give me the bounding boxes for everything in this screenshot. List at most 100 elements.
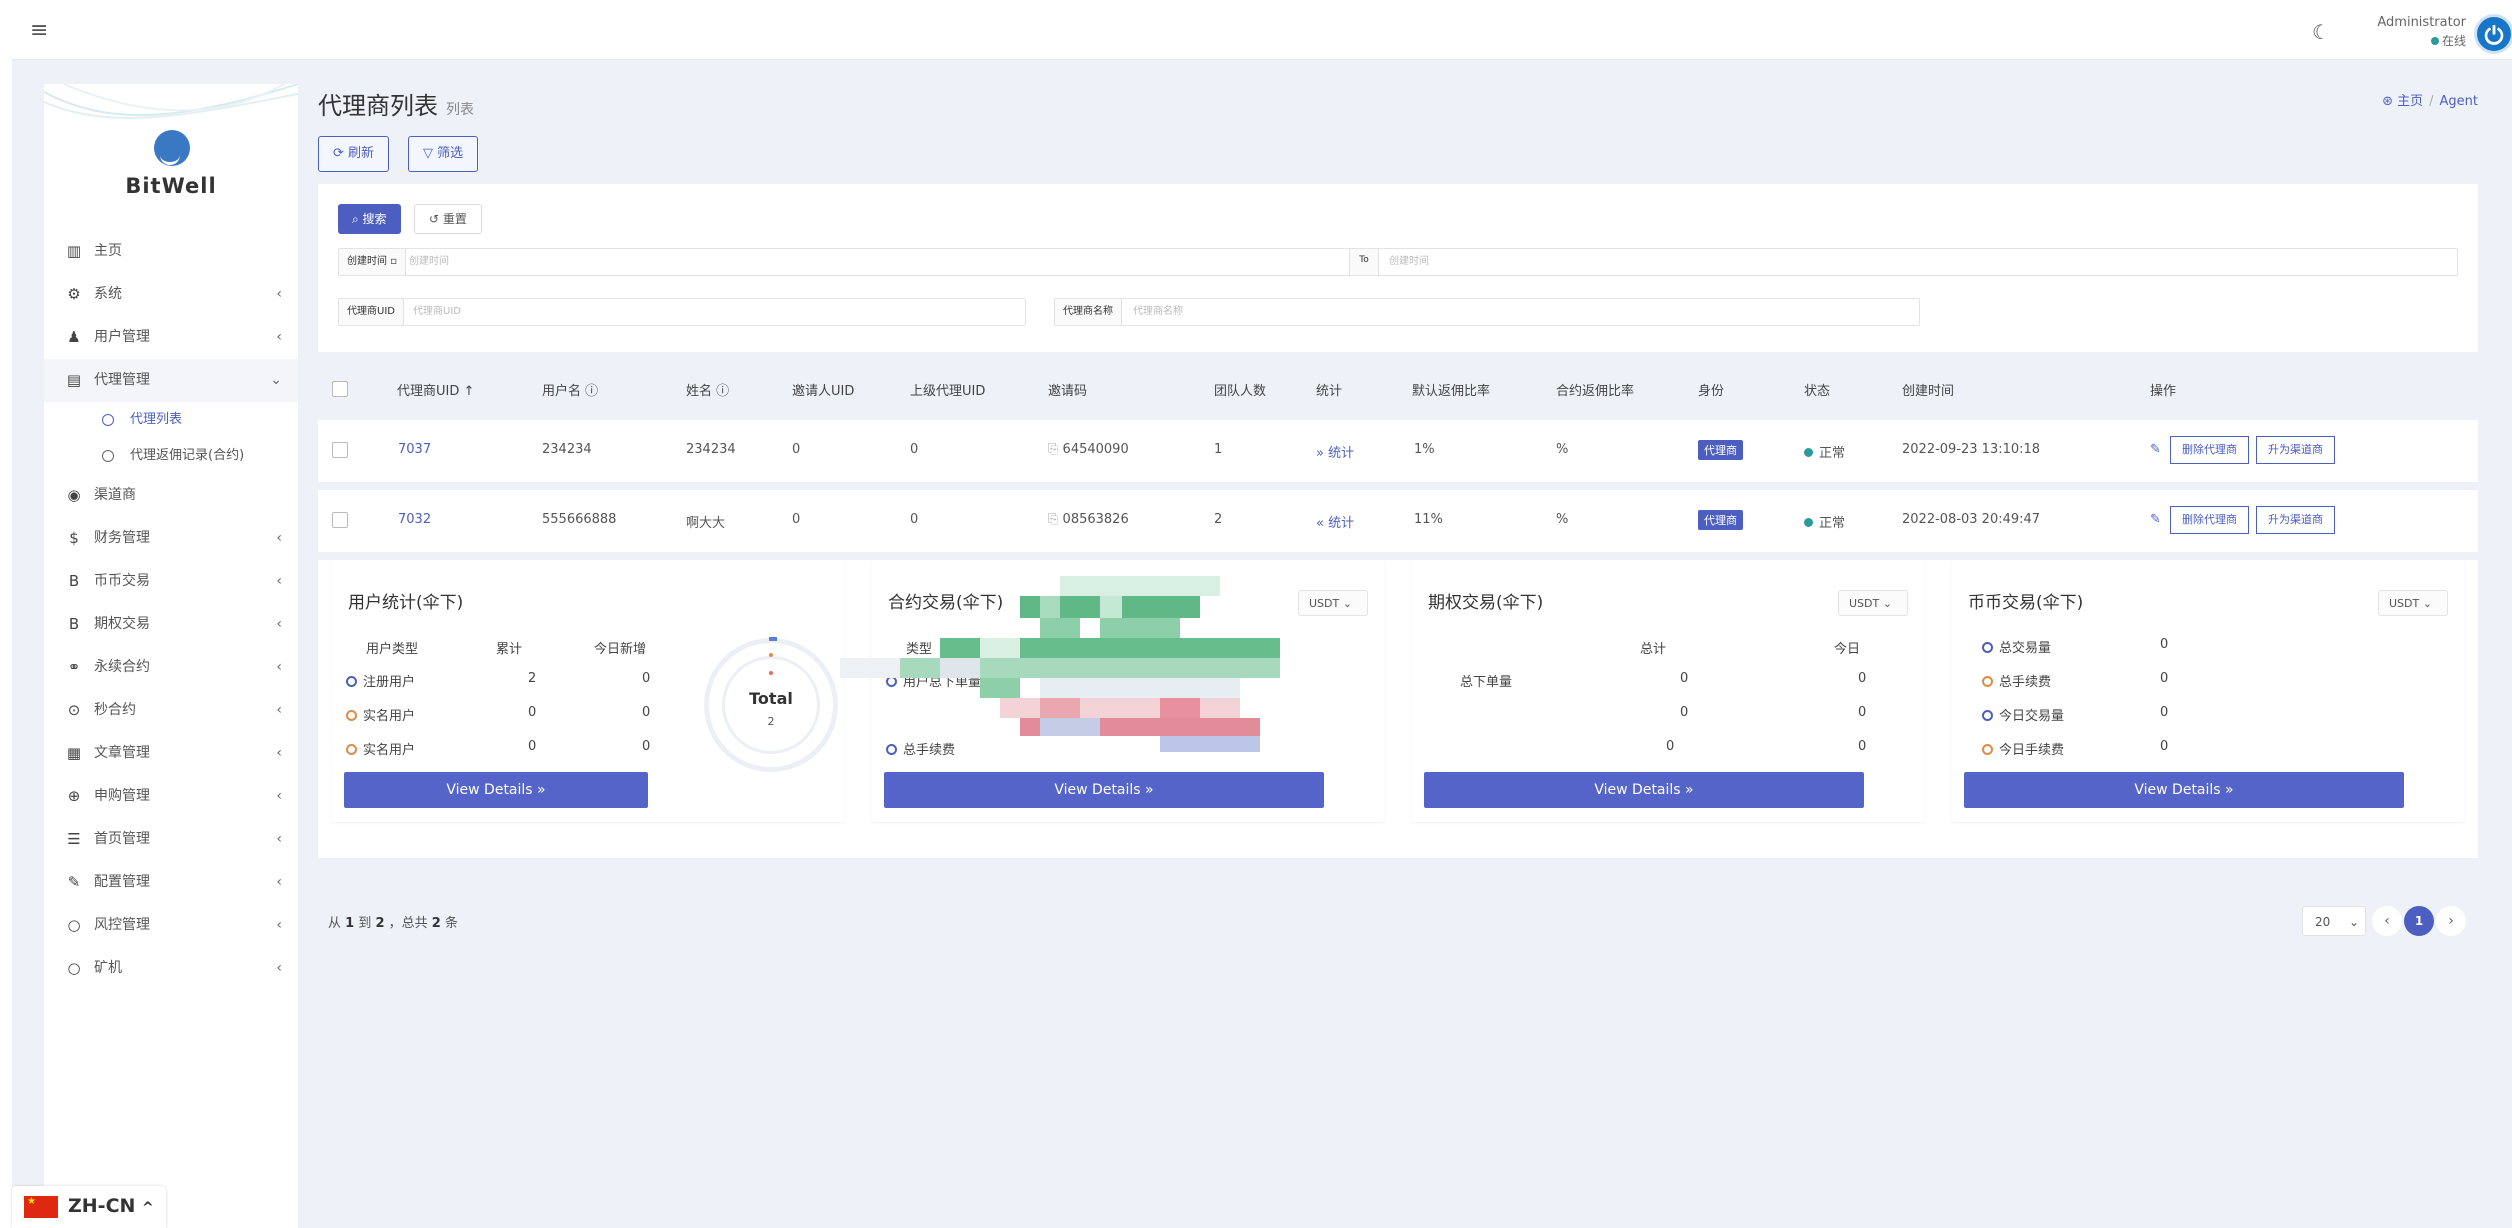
circle-icon <box>346 710 357 721</box>
username: 555666888 <box>542 512 617 527</box>
sidebar-item-agent-rebate[interactable]: 代理返佣记录(合约) <box>44 438 298 474</box>
stat-today: 0 <box>1858 705 1867 720</box>
currency-select[interactable]: USDT ⌄ <box>1838 590 1908 616</box>
dark-mode-icon[interactable]: ☾ <box>2312 20 2330 44</box>
copy-icon[interactable]: ⎘ <box>1048 512 1063 527</box>
filter-button[interactable]: ▽ 筛选 <box>408 136 479 172</box>
user-info[interactable]: Administrator 在线 <box>2362 14 2466 50</box>
page-title: 代理商列表 列表 <box>318 92 474 120</box>
default-rate: 11% <box>1414 512 1443 527</box>
page-number-button[interactable]: 1 <box>2404 906 2434 936</box>
sidebar-item-users[interactable]: ♟ 用户管理 ‹ <box>44 316 298 359</box>
col-status: 状态 <box>1804 384 1831 399</box>
col-team-size: 团队人数 <box>1214 384 1267 399</box>
view-details-button[interactable]: View Details » <box>344 772 648 808</box>
role-badge: 代理商 <box>1698 440 1743 460</box>
col-total: 总计 <box>1640 642 1667 657</box>
sidebar-item-home[interactable]: ▥ 主页 <box>44 230 298 273</box>
col-stats: 统计 <box>1316 384 1343 399</box>
stat-label: 总交易量 <box>1982 637 2051 656</box>
language-selector[interactable]: ZH-CN ^ <box>12 1186 166 1228</box>
chevron-left-icon: ‹ <box>276 530 282 546</box>
table-row: 7032 555666888 啊大大 0 0 ⎘ 08563826 2 « 统计… <box>318 490 2478 552</box>
chevron-left-icon: ‹ <box>276 702 282 718</box>
edit-icon[interactable]: ✎ <box>2150 442 2161 457</box>
currency-select[interactable]: USDT ⌄ <box>2378 590 2448 616</box>
agent-uid[interactable]: 7032 <box>398 512 431 527</box>
chevron-left-icon: ‹ <box>276 831 282 847</box>
stat-label: 注册用户 <box>346 671 415 690</box>
power-icon[interactable]: ⏻ <box>2474 14 2512 54</box>
chevron-up-icon: ^ <box>142 1200 154 1216</box>
agent-uid[interactable]: 7037 <box>398 442 431 457</box>
stat-total: 0 <box>1680 671 1689 686</box>
row-checkbox[interactable] <box>332 442 348 458</box>
delete-agent-button[interactable]: 删除代理商 <box>2170 436 2249 464</box>
sidebar-item-channel[interactable]: ◉ 渠道商 <box>44 474 298 517</box>
page-size-select[interactable]: 20 ⌄ <box>2302 906 2366 936</box>
agent-name-input[interactable]: 代理商名称 <box>1133 299 1913 325</box>
delete-agent-button[interactable]: 删除代理商 <box>2170 506 2249 534</box>
breadcrumb-home[interactable]: 主页 <box>2397 94 2423 109</box>
sidebar-item-finance[interactable]: $ 财务管理 ‹ <box>44 517 298 560</box>
stat-today: 0 <box>642 671 651 686</box>
sidebar-item-subscription[interactable]: ⊕ 申购管理 ‹ <box>44 775 298 818</box>
select-all-checkbox[interactable] <box>332 381 348 397</box>
chevron-left-icon: ‹ <box>276 573 282 589</box>
chevron-left-icon: ‹ <box>276 917 282 933</box>
sidebar-item-articles[interactable]: ▦ 文章管理 ‹ <box>44 732 298 775</box>
sidebar-item-options[interactable]: B 期权交易 ‹ <box>44 603 298 646</box>
filter-panel: ⌕ 搜索 ↺ 重置 创建时间 ▫ 创建时间 To 创建时间 代理商UID 代理商… <box>318 184 2478 352</box>
circle-icon <box>346 744 357 755</box>
stats-link[interactable]: « 统计 <box>1316 512 1354 531</box>
sidebar-item-agent-list[interactable]: 代理列表 <box>44 402 298 438</box>
life-ring-icon: ⊕ <box>67 787 81 805</box>
prev-page-button[interactable]: ‹ <box>2372 906 2402 936</box>
dot-circle-icon: ⊙ <box>67 701 81 719</box>
copy-icon[interactable]: ⎘ <box>1048 442 1063 457</box>
created-from-input[interactable]: 创建时间 <box>409 249 1349 275</box>
row-checkbox[interactable] <box>332 512 348 528</box>
sidebar-item-risk[interactable]: ○ 风控管理 ‹ <box>44 904 298 947</box>
agent-uid-label: 代理商UID <box>339 299 404 325</box>
search-icon: ⌕ <box>352 212 363 226</box>
sidebar-item-homepage[interactable]: ☰ 首页管理 ‹ <box>44 818 298 861</box>
col-created: 创建时间 <box>1902 384 1955 399</box>
logo-wave-decoration <box>44 84 298 119</box>
col-agent-uid[interactable]: 代理商UID ↑ <box>397 380 474 399</box>
created-to-input[interactable]: 创建时间 <box>1389 249 2449 275</box>
search-button[interactable]: ⌕ 搜索 <box>338 204 401 234</box>
real-name: 234234 <box>686 442 736 457</box>
sidebar-item-agents[interactable]: ▤ 代理管理 ⌄ <box>44 359 298 402</box>
promote-channel-button[interactable]: 升为渠道商 <box>2256 506 2335 534</box>
created-time: 2022-09-23 13:10:18 <box>1902 442 2041 457</box>
invite-code: ⎘ 08563826 <box>1048 512 1129 527</box>
edit-icon[interactable]: ✎ <box>2150 512 2161 527</box>
username: 234234 <box>542 442 592 457</box>
reset-button[interactable]: ↺ 重置 <box>414 204 482 234</box>
menu-toggle-icon[interactable]: ≡ <box>30 18 48 43</box>
sidebar-item-config[interactable]: ✎ 配置管理 ‹ <box>44 861 298 904</box>
team-size: 1 <box>1214 442 1223 457</box>
sidebar-item-miner[interactable]: ○ 矿机 ‹ <box>44 947 298 990</box>
stat-value: 0 <box>2160 637 2169 652</box>
refresh-button[interactable]: ⟳ 刷新 <box>318 136 390 172</box>
double-chevron-right-icon: » <box>1316 446 1329 461</box>
sidebar-item-spot[interactable]: B 币币交易 ‹ <box>44 560 298 603</box>
stat-today: 0 <box>1858 671 1867 686</box>
view-details-button[interactable]: View Details » <box>1424 772 1864 808</box>
sidebar-item-perpetual[interactable]: ⚭ 永续合约 ‹ <box>44 646 298 689</box>
view-details-button[interactable]: View Details » <box>1964 772 2404 808</box>
stat-label: 总下单量 <box>1460 675 1513 690</box>
next-page-button[interactable]: › <box>2436 906 2466 936</box>
sidebar-item-system[interactable]: ⚙ 系统 ‹ <box>44 273 298 316</box>
link-icon: ⚭ <box>67 658 81 676</box>
page-subtitle: 列表 <box>446 102 474 118</box>
help-icon: ⓘ <box>585 384 599 399</box>
inviter-uid: 0 <box>792 442 801 457</box>
promote-channel-button[interactable]: 升为渠道商 <box>2256 436 2335 464</box>
agent-uid-input[interactable]: 代理商UID <box>413 299 1013 325</box>
sidebar-item-second-contract[interactable]: ⊙ 秒合约 ‹ <box>44 689 298 732</box>
stats-link[interactable]: » 统计 <box>1316 442 1354 461</box>
bitcoin-icon: B <box>68 572 80 590</box>
